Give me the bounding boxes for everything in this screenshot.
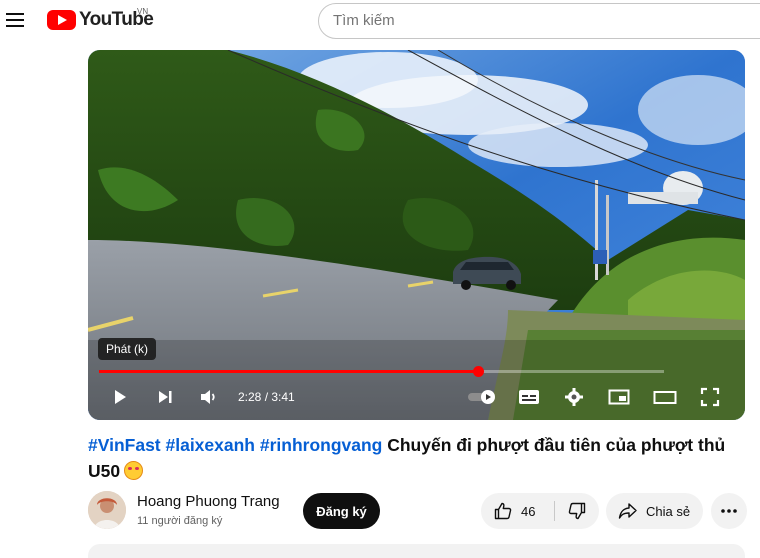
youtube-play-logo-icon bbox=[47, 10, 76, 30]
menu-icon[interactable] bbox=[4, 9, 26, 31]
country-code: VN bbox=[137, 7, 149, 16]
play-icon[interactable] bbox=[107, 385, 133, 409]
like-count: 46 bbox=[521, 503, 536, 519]
video-title: #VinFast #laixexanh #rinhrongvang Chuyến… bbox=[88, 432, 748, 484]
miniplayer-icon[interactable] bbox=[606, 385, 632, 409]
volume-icon[interactable] bbox=[196, 385, 222, 409]
time-current: 2:28 bbox=[238, 390, 262, 404]
dislike-button[interactable] bbox=[555, 493, 599, 529]
time-display: 2:28 / 3:41 bbox=[238, 390, 295, 404]
channel-name[interactable]: Hoang Phuong Trang bbox=[137, 493, 280, 510]
search-box[interactable] bbox=[318, 3, 760, 39]
player-controls: 2:28 / 3:41 bbox=[88, 382, 745, 412]
play-tooltip: Phát (k) bbox=[98, 338, 157, 360]
channel-avatar[interactable] bbox=[88, 491, 126, 529]
description-box[interactable] bbox=[88, 544, 745, 558]
theater-icon[interactable] bbox=[652, 385, 678, 409]
autoplay-toggle-icon[interactable] bbox=[466, 385, 500, 409]
progress-bar[interactable] bbox=[99, 366, 664, 377]
search-input[interactable] bbox=[333, 12, 753, 29]
thumbs-down-icon bbox=[568, 502, 586, 520]
fullscreen-icon[interactable] bbox=[697, 385, 723, 409]
like-dislike-group: 46 bbox=[481, 493, 599, 529]
settings-icon[interactable] bbox=[561, 385, 587, 409]
smiling-face-with-hearts-emoji-icon bbox=[124, 461, 144, 480]
progress-scrubber[interactable] bbox=[472, 366, 484, 377]
video-frame bbox=[88, 50, 745, 420]
next-icon[interactable] bbox=[152, 385, 178, 409]
time-total: 3:41 bbox=[271, 390, 295, 404]
share-icon bbox=[618, 503, 637, 519]
subscribe-button[interactable]: Đăng ký bbox=[303, 493, 380, 529]
subscriber-count: 11 người đăng ký bbox=[137, 515, 223, 527]
video-player[interactable]: Phát (k) 2:28 / 3:41 bbox=[88, 50, 745, 420]
subtitles-icon[interactable] bbox=[516, 385, 542, 409]
time-separator: / bbox=[261, 390, 272, 404]
more-actions-button[interactable] bbox=[711, 493, 747, 529]
masthead: YouTube VN bbox=[0, 0, 760, 44]
thumbs-up-icon bbox=[494, 502, 512, 520]
like-button[interactable]: 46 bbox=[481, 493, 554, 529]
title-hashtags[interactable]: #VinFast #laixexanh #rinhrongvang bbox=[88, 435, 382, 455]
share-button[interactable]: Chia sẻ bbox=[606, 493, 703, 529]
more-horizontal-icon bbox=[721, 509, 737, 513]
share-label: Chia sẻ bbox=[646, 503, 691, 519]
progress-played bbox=[99, 370, 478, 373]
